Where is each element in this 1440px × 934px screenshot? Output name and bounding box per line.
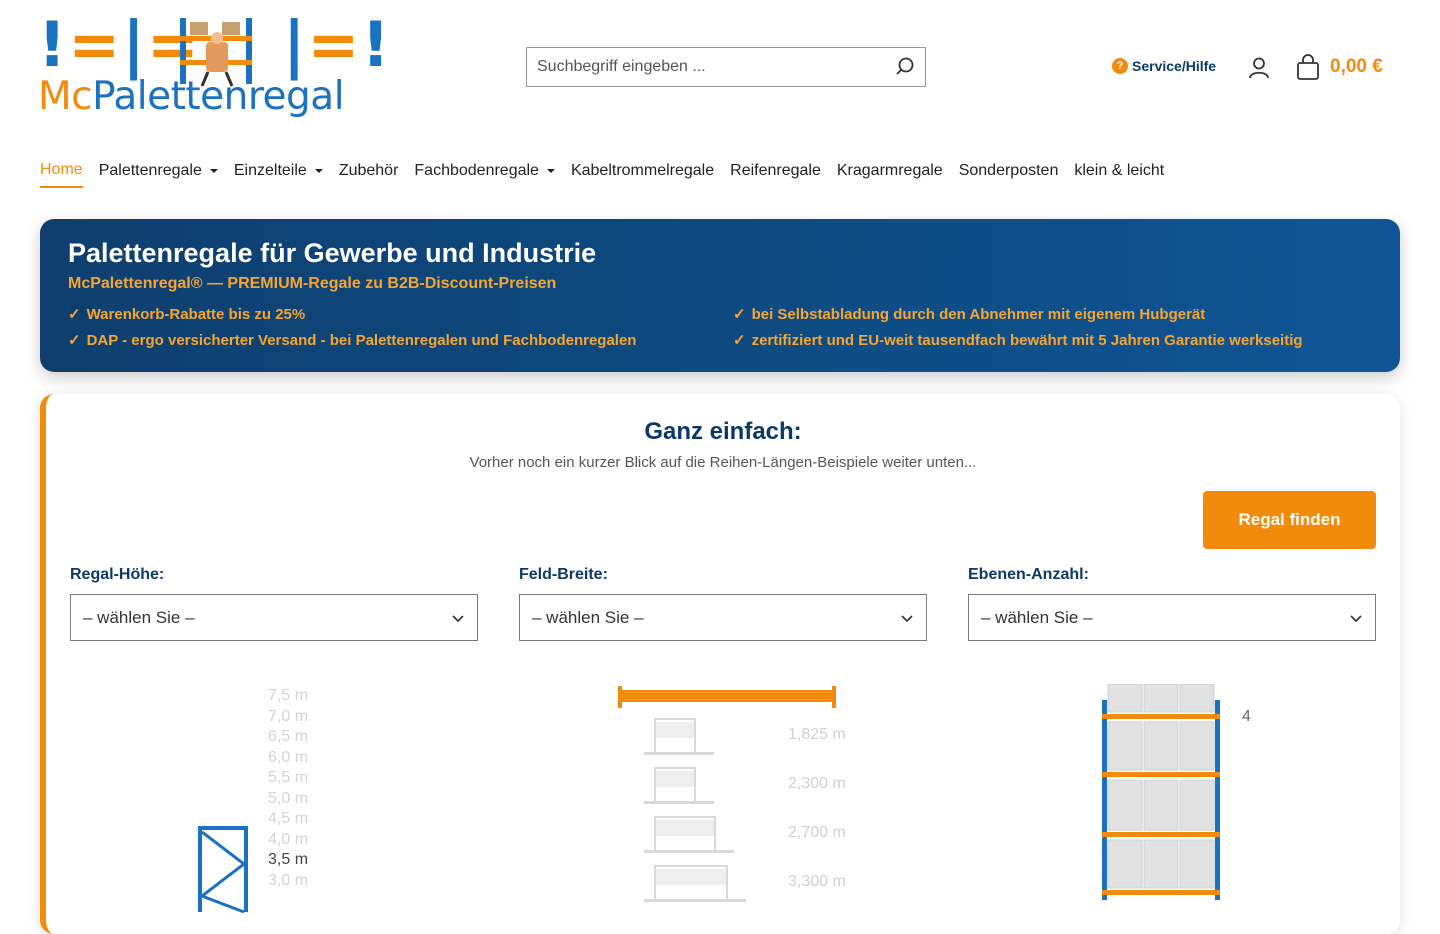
width-select[interactable]: – wählen Sie – [519,594,927,641]
find-rack-button[interactable]: Regal finden [1203,491,1376,549]
check-icon: ✓ [733,306,746,323]
service-help-link[interactable]: ? Service/Hilfe [1112,58,1216,74]
search-input[interactable] [527,48,885,86]
nav-label: Home [40,161,83,178]
width-illustration: 1,825 m 2,300 m 2,700 m 3,300 m [614,684,874,904]
nav-item-klein-leicht[interactable]: klein & leicht [1074,160,1164,188]
width-label: 2,700 m [788,824,846,841]
banner-point: ✓ Warenkorb-Rabatte bis zu 25% [68,306,306,323]
check-icon: ✓ [68,332,81,349]
rack-configurator: Ganz einfach: Vorher noch ein kurzer Bli… [40,394,1400,934]
width-option[interactable]: 2,300 m [614,763,874,807]
nav-item-fachbodenregale[interactable]: Fachbodenregale [414,160,555,188]
nav-item-zubehoer[interactable]: Zubehör [339,160,399,188]
height-select[interactable]: – wählen Sie – [70,594,478,641]
cart-total[interactable]: 0,00 € [1330,56,1383,78]
rack-width-icon [644,816,744,853]
site-header: !=|=|=! McPalettenregal ? Service/Hilfe [0,0,1440,135]
height-option[interactable]: 5,5 m [268,768,308,789]
height-select-value: – wählen Sie – [83,607,195,627]
search-icon[interactable] [885,47,925,87]
levels-count: 4 [1242,708,1251,725]
rack-levels-icon [1102,684,1220,900]
height-option[interactable]: 4,5 m [268,809,308,830]
nav-item-reifenregale[interactable]: Reifenregale [730,160,821,188]
chevron-down-icon [901,614,913,622]
height-scale: 7,5 m 7,0 m 6,5 m 6,0 m 5,5 m 5,0 m 4,5 m 4,0 m… [268,686,308,891]
nav-label: Reifenregale [730,162,821,179]
levels-select[interactable]: – wählen Sie – [968,594,1376,641]
height-option[interactable]: 3,5 m [268,850,308,871]
nav-label: Palettenregale [98,162,202,179]
height-option[interactable]: 7,5 m [268,686,308,707]
banner-point: ✓ bei Selbstabladung durch den Abnehmer m… [733,306,1206,323]
hero-banner: Palettenregale für Gewerbe und Industrie… [40,219,1400,372]
banner-title: Palettenregale für Gewerbe und Industrie [68,238,597,268]
logo-wordmark: McPalettenregal [38,74,345,119]
nav-label: Zubehör [338,162,399,179]
service-label: Service/Hilfe [1132,58,1217,74]
nav-label: klein & leicht [1074,162,1165,179]
width-option[interactable]: 3,300 m [614,861,874,905]
nav-label: Kragarmregale [836,162,943,179]
height-option[interactable]: 6,5 m [268,727,308,748]
check-icon: ✓ [733,332,746,349]
height-option[interactable]: 6,0 m [268,748,308,769]
width-select-value: – wählen Sie – [532,607,644,627]
nav-item-kragarmregale[interactable]: Kragarmregale [837,160,943,188]
levels-select-label: Ebenen-Anzahl: [968,566,1089,583]
width-option[interactable]: 1,825 m [614,714,874,758]
banner-subtitle: McPalettenregal® — PREMIUM-Regale zu B2B… [68,275,557,292]
nav-item-einzelteile[interactable]: Einzelteile [234,160,323,188]
rack-frame-icon [198,826,248,914]
chevron-down-icon [314,169,323,173]
width-select-label: Feld-Breite: [519,566,608,583]
height-select-group: Regal-Höhe: – wählen Sie – [70,566,478,641]
width-select-group: Feld-Breite: – wählen Sie – [519,566,927,641]
cart-icon[interactable] [1294,54,1322,82]
height-option[interactable]: 4,0 m [268,830,308,851]
levels-select-value: – wählen Sie – [981,607,1093,627]
rack-width-icon [644,767,724,804]
chevron-down-icon [546,169,555,173]
chevron-down-icon [1350,614,1362,622]
nav-label: Sonderposten [958,162,1059,179]
main-nav: Home Palettenregale Einzelteile Zubehör … [40,160,1164,188]
configurator-title: Ganz einfach: [644,418,802,445]
height-option[interactable]: 3,0 m [268,871,308,892]
chevron-down-icon [452,614,464,622]
rack-width-icon [644,865,756,902]
width-label: 2,300 m [788,775,846,792]
height-option[interactable]: 7,0 m [268,707,308,728]
account-icon[interactable] [1246,55,1272,81]
height-option[interactable]: 5,0 m [268,789,308,810]
nav-item-sonderposten[interactable]: Sonderposten [959,160,1059,188]
banner-point: ✓ DAP - ergo versicherter Versand - bei P… [68,332,637,349]
nav-item-home[interactable]: Home [40,160,83,188]
nav-item-kabeltrommelregale[interactable]: Kabeltrommelregale [571,160,714,188]
check-icon: ✓ [68,306,81,323]
beam-icon [618,686,836,708]
banner-points: ✓ Warenkorb-Rabatte bis zu 25% ✓ bei Selbs… [68,305,1372,349]
width-label: 3,300 m [788,873,846,890]
rack-width-icon [644,718,724,755]
chevron-down-icon [209,169,218,173]
nav-label: Kabeltrommelregale [570,162,715,179]
nav-item-palettenregale[interactable]: Palettenregale [99,160,218,188]
nav-label: Einzelteile [233,162,307,179]
search-bar [526,47,926,87]
configurator-hint: Vorher noch ein kurzer Blick auf die Rei… [469,454,977,471]
height-illustration: 7,5 m 7,0 m 6,5 m 6,0 m 5,5 m 5,0 m 4,5 m 4,0 m… [196,684,336,914]
levels-select-group: Ebenen-Anzahl: – wählen Sie – [968,566,1376,641]
site-logo[interactable]: !=|= |=! McPalettenregal [38,8,390,123]
levels-illustration: 4 [1096,684,1316,904]
width-option[interactable]: 2,700 m [614,812,874,856]
width-label: 1,825 m [788,726,846,743]
height-select-label: Regal-Höhe: [70,566,165,583]
nav-label: Fachbodenregale [414,162,539,179]
banner-point: ✓ zertifiziert und EU-weit tausendfach be… [733,332,1303,349]
help-icon: ? [1112,58,1128,74]
